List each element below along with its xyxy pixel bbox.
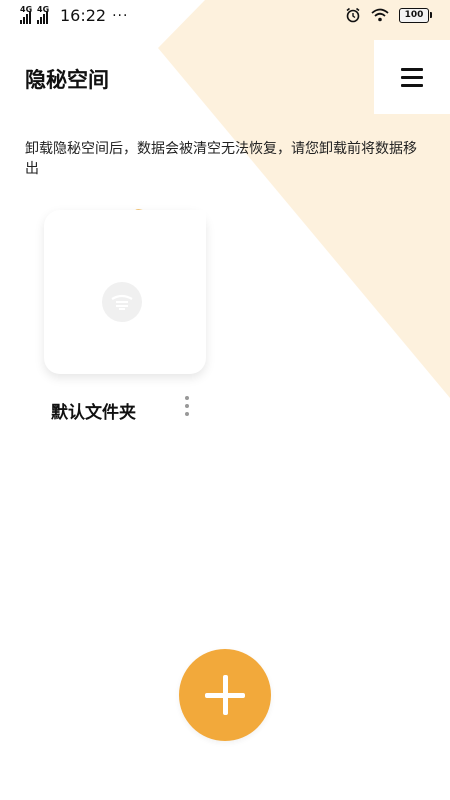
alarm-icon: [346, 7, 360, 23]
page-title: 隐秘空间: [25, 68, 109, 92]
status-more-icon: ···: [112, 7, 129, 24]
app-logo-icon: [102, 282, 142, 322]
status-bar: 4G 4G 16:22 ··· 100: [0, 0, 450, 34]
folder-card[interactable]: [44, 206, 206, 374]
more-vertical-icon: [185, 396, 189, 400]
signal-icon: 4G: [37, 5, 49, 24]
wifi-icon: [371, 8, 389, 22]
folder-more-button[interactable]: [178, 394, 196, 422]
battery-icon: 100: [399, 7, 432, 23]
folder-name: 默认文件夹: [51, 403, 136, 423]
status-time: 16:22: [60, 6, 107, 25]
uninstall-notice: 卸载隐秘空间后，数据会被清空无法恢复，请您卸载前将数据移出: [25, 141, 417, 177]
hamburger-menu-icon: [401, 68, 423, 71]
signal-icon: 4G: [20, 5, 32, 24]
add-folder-button[interactable]: [179, 649, 271, 741]
menu-button[interactable]: [374, 40, 450, 114]
